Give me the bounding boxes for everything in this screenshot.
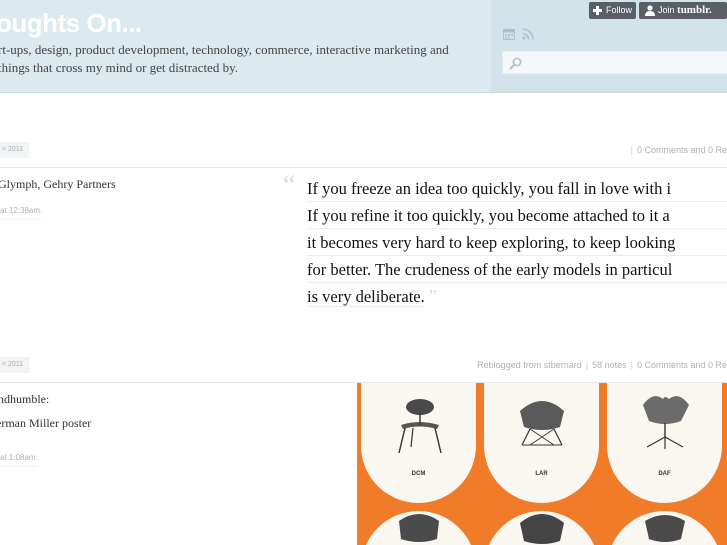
chair-illustration [520,514,564,544]
comments-link[interactable]: 0 Comments and 0 Re [637,145,727,155]
blog-header: oughts On... rt-ups, design, product dev… [0,0,727,93]
chair-label: DAF [658,471,671,477]
quote-line: is very deliberate. [307,287,425,307]
quote-line: If you refine it too quickly, you become… [307,202,727,229]
chair-label: LAR [535,471,548,477]
rss-icon[interactable] [522,28,534,40]
poster-panel: DAF [603,383,726,545]
header-right: Follow Join tumblr. [491,0,727,92]
site-description: rt-ups, design, product development, tec… [0,42,449,75]
chair-illustration [399,514,439,542]
lar-chair-illustration [520,401,564,446]
follow-label: Follow [606,5,633,15]
join-tumblr-button[interactable]: Join tumblr. [639,2,727,19]
post-date[interactable]: < 2011 [0,357,30,373]
reblog-source[interactable]: ndhumble: [0,392,270,407]
poster-panel: DCM [357,383,480,545]
search-icon [509,57,522,70]
post-divider [0,167,727,168]
post-date[interactable]: < 2011 [0,142,30,158]
search-input[interactable] [502,51,727,74]
follow-button[interactable]: Follow [589,2,636,19]
calendar-icon[interactable] [503,28,515,40]
post-sidebar: ndhumble: erman Miller poster at 1:08am. [0,392,270,467]
post-time[interactable]: at 12:38am. [0,206,43,220]
reblogged-from-link[interactable]: Reblogged from stbernard [477,360,582,370]
herman-miller-poster-image[interactable]: DCM LAR DAF [357,383,727,545]
quote-source: Glymph, Gehry Partners [0,177,116,191]
open-quote-mark: “ [283,170,296,201]
quote-line: it becomes very hard to keep exploring, … [307,229,727,256]
plus-icon [593,6,602,15]
user-icon [645,5,655,16]
quote-text: If you freeze an idea too quickly, you f… [307,175,727,310]
close-quote-mark: ” [428,286,437,306]
post-meta-links: Reblogged from stbernard | 58 notes | 0 Comm… [477,360,727,370]
tumblr-wordmark: tumblr. [677,4,712,16]
post-meta-bar: < 2011 | 0 Comments and 0 Re [0,140,727,162]
quote-line: for better. The crudeness of the early m… [307,256,727,283]
notes-link[interactable]: 58 notes [592,360,627,370]
post-meta-bar: < 2011 Reblogged from stbernard | 58 notes… [0,355,727,377]
chair-label: DCM [411,471,426,477]
header-left: oughts On... rt-ups, design, product dev… [0,0,491,92]
post-caption: erman Miller poster [0,416,92,430]
quote-line: If you freeze an idea too quickly, you f… [307,175,727,202]
daf-chair-illustration [643,396,689,449]
post-sidebar: Glymph, Gehry Partners at 12:38am. [0,177,270,220]
chair-illustration [645,515,685,542]
join-label: Join [658,5,675,15]
site-title[interactable]: oughts On... [0,8,142,39]
dcm-chair-illustration [398,399,442,453]
comments-link[interactable]: 0 Comments and 0 Re [637,360,727,370]
post-time[interactable]: at 1:08am. [0,453,38,467]
poster-panel: LAR [480,383,603,545]
post-meta-links: | 0 Comments and 0 Re [630,145,727,155]
